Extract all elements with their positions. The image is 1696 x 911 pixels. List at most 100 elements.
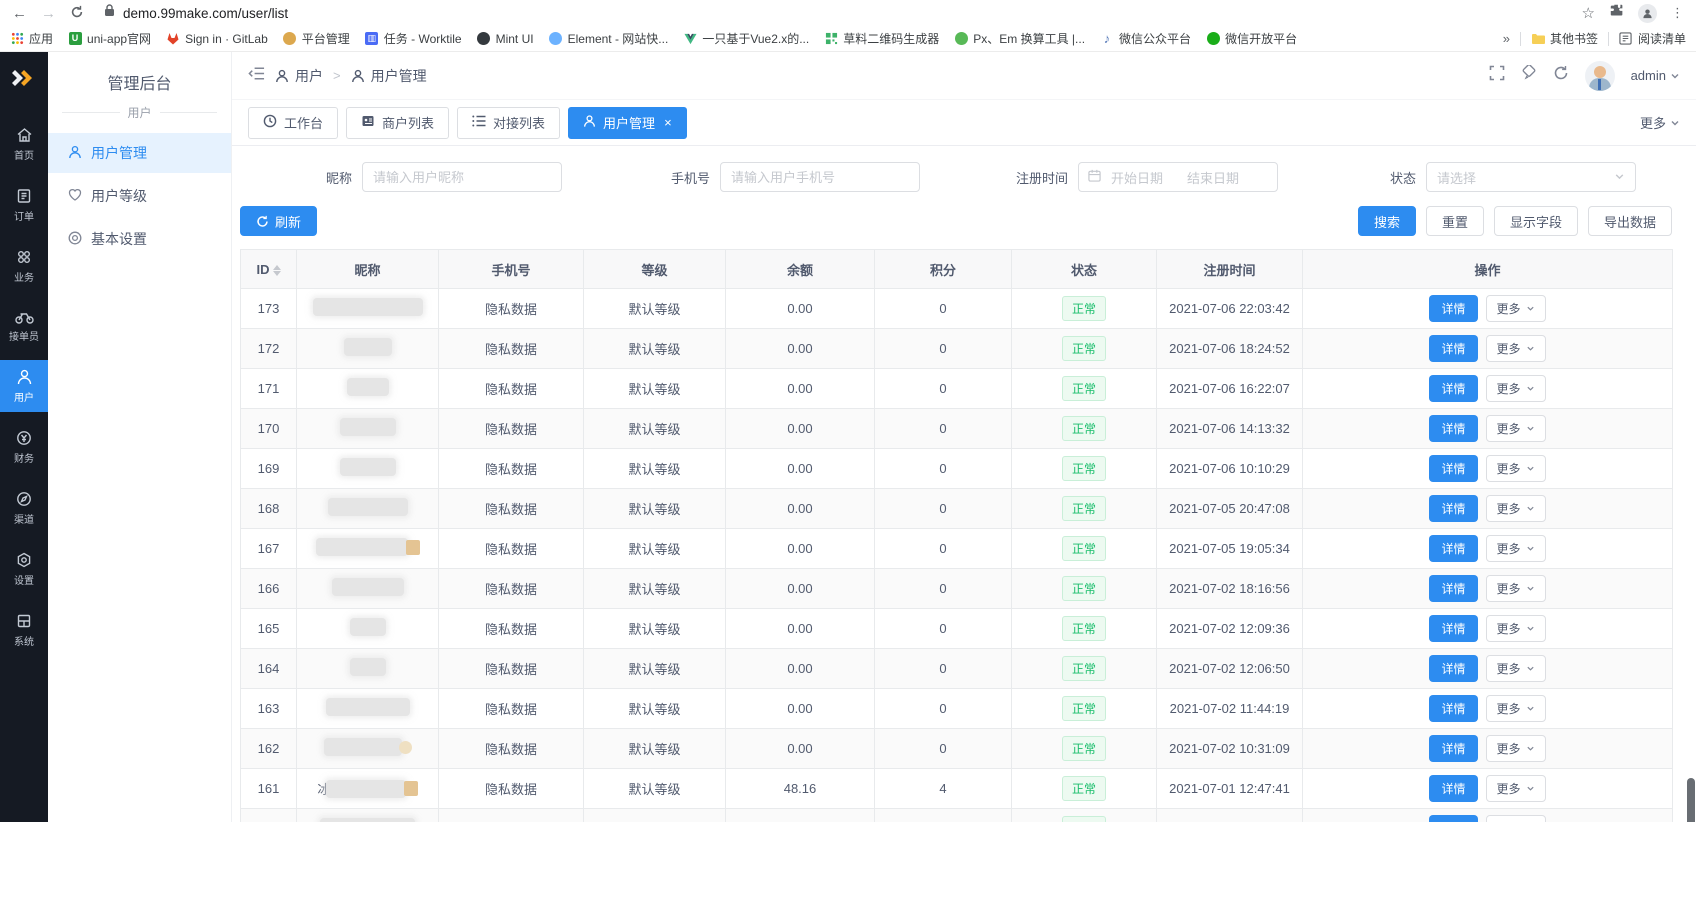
detail-button[interactable]: 详情 [1429,495,1477,522]
column-header-ID[interactable]: ID [241,250,297,289]
date-range-picker[interactable]: 开始日期 结束日期 [1078,162,1278,192]
sidebar-item-接单员[interactable]: 接单员 [0,301,48,351]
sort-icon[interactable] [273,265,281,276]
detail-button[interactable]: 详情 [1429,295,1477,322]
detail-button[interactable]: 详情 [1429,615,1477,642]
row-more-button[interactable]: 更多 [1486,735,1546,762]
close-icon[interactable]: × [664,115,672,130]
breadcrumb-item-user-management[interactable]: 用户管理 [351,66,427,86]
app-logo[interactable] [12,52,36,104]
bookmark-star-icon[interactable]: ☆ [1582,4,1595,22]
row-more-button[interactable]: 更多 [1486,335,1546,362]
primary-sidebar: 首页订单业务接单员用户财务渠道设置系统 [0,52,48,822]
detail-button[interactable]: 详情 [1429,655,1477,682]
row-more-button[interactable]: 更多 [1486,375,1546,402]
reset-button[interactable]: 重置 [1426,206,1484,236]
bookmark-item[interactable]: ♪微信公众平台 [1100,30,1191,47]
fullscreen-icon[interactable] [1489,65,1505,86]
detail-button[interactable]: 详情 [1429,455,1477,482]
cell-nickname [297,329,439,369]
sidebar-item-设置[interactable]: 设置 [0,543,48,595]
status-select[interactable]: 请选择 [1426,162,1636,192]
cell-status: 正常 [1012,729,1157,769]
browser-menu-icon[interactable]: ⋮ [1671,5,1684,21]
tab-商户列表[interactable]: 商户列表 [346,107,449,139]
submenu-item-基本设置[interactable]: 基本设置 [48,219,231,259]
row-more-button[interactable]: 更多 [1486,415,1546,442]
row-more-button[interactable]: 更多 [1486,615,1546,642]
bookmark-item[interactable]: Sign in · GitLab [166,32,268,46]
bookmark-item[interactable]: Element - 网站快... [549,30,669,47]
back-icon[interactable]: ← [12,6,27,21]
submenu-item-用户等级[interactable]: 用户等级 [48,176,231,216]
row-more-button[interactable]: 更多 [1486,815,1546,822]
detail-button[interactable]: 详情 [1429,335,1477,362]
detail-button[interactable]: 详情 [1429,415,1477,442]
export-button[interactable]: 导出数据 [1588,206,1672,236]
status-badge: 正常 [1062,336,1106,361]
other-bookmarks-button[interactable]: 其他书签 [1531,30,1598,47]
detail-button[interactable]: 详情 [1429,775,1477,802]
refresh-button[interactable]: 刷新 [240,206,317,236]
user-avatar[interactable] [1585,61,1615,91]
tab-用户管理[interactable]: 用户管理× [568,107,687,139]
reload-icon[interactable] [70,5,84,22]
sidebar-item-渠道[interactable]: 渠道 [0,482,48,534]
sidebar-item-用户[interactable]: 用户 [0,360,48,412]
bookmark-item[interactable]: 平台管理 [283,30,350,47]
sidebar-item-业务[interactable]: 业务 [0,240,48,292]
row-more-button[interactable]: 更多 [1486,455,1546,482]
tab-工作台[interactable]: 工作台 [248,107,338,139]
nickname-input[interactable] [362,162,562,192]
browser-profile-icon[interactable] [1638,4,1657,23]
reading-list-button[interactable]: 阅读清单 [1619,30,1686,47]
tabs-more-button[interactable]: 更多 [1640,113,1680,132]
detail-button[interactable]: 详情 [1429,375,1477,402]
sidebar-item-订单[interactable]: 订单 [0,179,48,231]
show-fields-button[interactable]: 显示字段 [1494,206,1578,236]
detail-button[interactable]: 详情 [1429,695,1477,722]
sidebar-item-首页[interactable]: 首页 [0,118,48,170]
submenu-item-用户管理[interactable]: 用户管理 [48,133,231,173]
row-more-button[interactable]: 更多 [1486,775,1546,802]
row-more-button[interactable]: 更多 [1486,655,1546,682]
theme-icon[interactable] [1521,65,1537,86]
forward-icon[interactable]: → [41,6,56,21]
sidebar-item-系统[interactable]: 系统 [0,604,48,656]
bookmark-item[interactable]: 应用 [10,30,53,47]
row-more-button[interactable]: 更多 [1486,295,1546,322]
detail-button[interactable]: 详情 [1429,815,1477,822]
bookmark-item[interactable]: ▥任务 - Worktile [365,30,462,47]
user-menu[interactable]: admin [1631,68,1680,83]
bookmark-item[interactable]: Px、Em 换算工具 |... [954,30,1085,47]
sidebar-item-label: 业务 [14,269,34,284]
breadcrumb-item-user[interactable]: 用户 [275,66,323,86]
home-icon [16,127,33,143]
detail-button[interactable]: 详情 [1429,535,1477,562]
detail-button[interactable]: 详情 [1429,575,1477,602]
search-button[interactable]: 搜索 [1358,206,1416,236]
address-bar[interactable]: demo.99make.com/user/list [98,2,1568,24]
bookmarks-overflow-icon[interactable]: » [1503,31,1510,46]
finance-icon [16,430,32,446]
phone-input[interactable] [720,162,920,192]
row-more-button[interactable]: 更多 [1486,535,1546,562]
row-more-button[interactable]: 更多 [1486,575,1546,602]
bookmark-item[interactable]: 微信开放平台 [1206,30,1297,47]
bookmark-item[interactable]: Uuni-app官网 [68,30,151,47]
cell-actions: 详情更多 [1303,289,1673,329]
sidebar-item-label: 接单员 [9,328,39,343]
collapse-sidebar-icon[interactable] [248,66,265,86]
row-more-button[interactable]: 更多 [1486,495,1546,522]
refresh-icon[interactable] [1553,65,1569,86]
sidebar-item-财务[interactable]: 财务 [0,421,48,473]
detail-button[interactable]: 详情 [1429,735,1477,762]
bookmark-item[interactable]: 一只基于Vue2.x的... [683,30,809,47]
extensions-icon[interactable] [1609,3,1624,23]
row-more-button[interactable]: 更多 [1486,695,1546,722]
cell-level: 默认等级 [584,369,726,409]
cell-nickname [297,409,439,449]
tab-对接列表[interactable]: 对接列表 [457,107,560,139]
bookmark-item[interactable]: Mint UI [477,32,534,46]
bookmark-item[interactable]: 草料二维码生成器 [824,30,939,47]
